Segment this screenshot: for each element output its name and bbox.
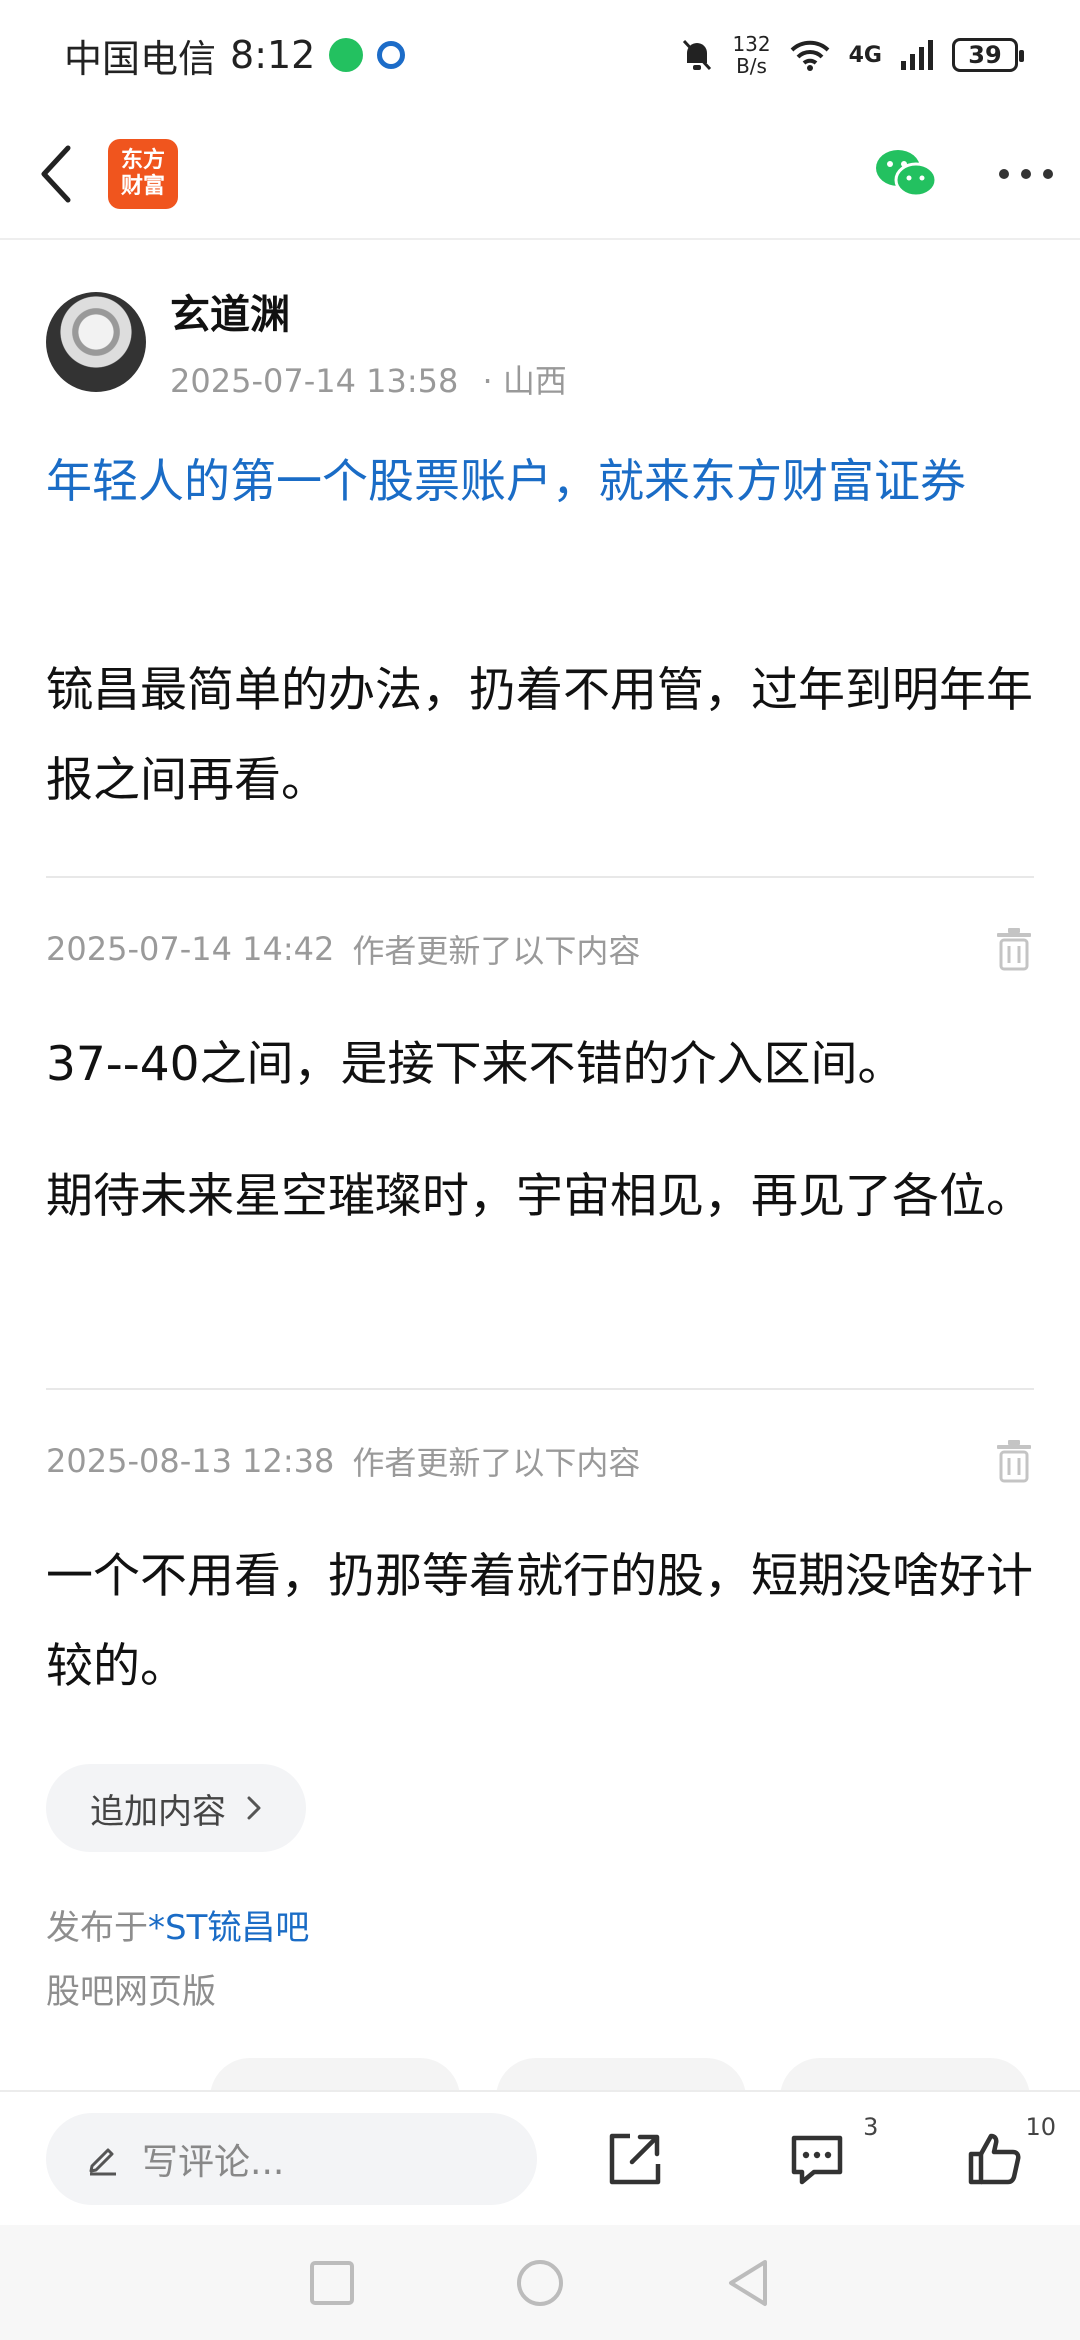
- wechat-notification-icon: [329, 38, 364, 72]
- status-bar: 中国电信 8:12 132 B/s 4G 39: [0, 0, 1080, 110]
- mute-bell-icon: [683, 39, 712, 71]
- stock-bar-link[interactable]: *ST锍昌吧: [148, 1908, 309, 1948]
- published-prefix: 发布于: [46, 1908, 148, 1948]
- chevron-right-icon: [247, 1796, 261, 1820]
- comment-button[interactable]: 3: [777, 2113, 878, 2199]
- chevron-left-icon: [41, 145, 71, 203]
- app-header: 东方 财富: [0, 110, 1080, 240]
- update-time: 2025-08-13 12:38: [46, 1442, 335, 1480]
- update-paragraph: 期待未来星空璀璨时，宇宙相见，再见了各位。: [46, 1169, 1033, 1224]
- post-body: 锍昌最简单的办法，扔着不用管，过年到明年年报之间再看。: [46, 663, 1033, 808]
- update-header: 2025-08-13 12:38 作者更新了以下内容: [46, 1438, 1034, 1484]
- published-info: 发布于*ST锍昌吧: [46, 1900, 309, 1949]
- system-nav-bar: [0, 2225, 1080, 2340]
- promo-link[interactable]: 年轻人的第一个股票账户，就来东方财富证券: [46, 442, 1046, 520]
- thumbs-up-icon: [968, 2133, 1021, 2184]
- wechat-share-icon[interactable]: [874, 148, 938, 200]
- wifi-icon: [790, 40, 830, 71]
- update-paragraph: 37--40之间，是接下来不错的介入区间。: [46, 1037, 905, 1092]
- like-count: 10: [1025, 2112, 1056, 2141]
- update-label: 作者更新了以下内容: [352, 1444, 641, 1482]
- update-paragraph: 一个不用看，扔那等着就行的股，短期没啥好计较的。: [46, 1549, 1033, 1694]
- update-header: 2025-07-14 14:42 作者更新了以下内容: [46, 926, 1034, 972]
- like-button[interactable]: 10: [954, 2113, 1056, 2199]
- author-block: 玄道渊 2025-07-14 13:58 · 山西: [46, 282, 567, 402]
- recents-square-icon[interactable]: [309, 2260, 355, 2306]
- comment-input[interactable]: 写评论...: [46, 2112, 538, 2205]
- web-version-link[interactable]: 股吧网页版: [46, 1964, 216, 2013]
- carrier-text: 中国电信: [64, 36, 217, 81]
- comment-placeholder: 写评论...: [142, 2141, 285, 2183]
- eastmoney-logo[interactable]: 东方 财富: [108, 139, 178, 209]
- back-button[interactable]: [26, 134, 86, 214]
- trash-icon[interactable]: [994, 1439, 1034, 1483]
- post-location: · 山西: [482, 362, 567, 400]
- update-label: 作者更新了以下内容: [352, 932, 641, 970]
- network-speed: 132 B/s: [732, 32, 771, 78]
- author-name[interactable]: 玄道渊: [170, 282, 567, 340]
- network-type: 4G: [848, 42, 882, 68]
- post-time: 2025-07-14 13:58: [170, 362, 459, 400]
- avatar[interactable]: [46, 292, 146, 392]
- bottom-action-bar: 写评论... 3 10: [0, 2090, 1080, 2225]
- clock-text: 8:12: [230, 33, 316, 77]
- add-content-button[interactable]: 追加内容: [46, 1764, 306, 1852]
- share-button[interactable]: [595, 2119, 675, 2199]
- battery-indicator: 39: [952, 38, 1024, 72]
- signal-icon: [901, 40, 933, 70]
- trash-icon[interactable]: [994, 927, 1034, 971]
- add-content-label: 追加内容: [90, 1791, 226, 1832]
- post-meta: 2025-07-14 13:58 · 山西: [170, 356, 567, 402]
- update-time: 2025-07-14 14:42: [46, 930, 335, 968]
- app-notification-icon: [377, 41, 406, 69]
- comment-count: 3: [863, 2112, 879, 2141]
- comment-icon: [791, 2135, 842, 2184]
- share-icon: [609, 2133, 661, 2184]
- home-circle-icon[interactable]: [515, 2258, 565, 2308]
- pencil-icon: [89, 2148, 116, 2175]
- divider: [46, 876, 1034, 878]
- more-icon[interactable]: [998, 168, 1054, 180]
- back-triangle-icon[interactable]: [725, 2258, 771, 2308]
- divider: [46, 1388, 1034, 1390]
